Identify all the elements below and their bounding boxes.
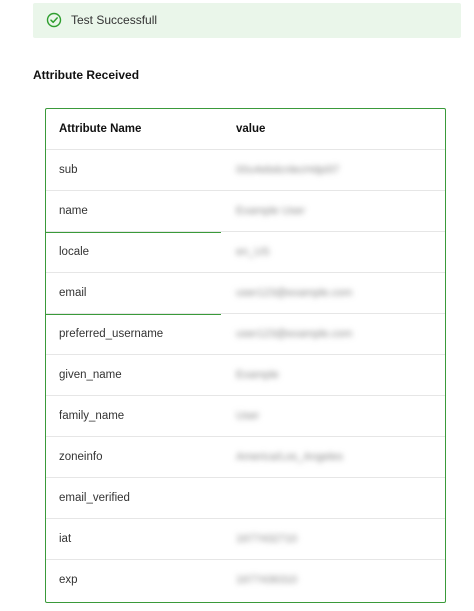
attribute-name: zoneinfo: [59, 451, 103, 463]
attribute-name: locale: [59, 246, 90, 258]
attribute-name: preferred_username: [59, 328, 164, 340]
column-header-attribute-name: Attribute Name: [59, 123, 142, 135]
attribute-name: family_name: [59, 410, 125, 422]
table-row: sub 00u4ebdcnlecHdp0l7: [46, 150, 445, 191]
attribute-value: America/Los_Angeles: [236, 451, 344, 463]
attribute-value: 1677432710: [236, 533, 298, 545]
attribute-value: user123@example.com: [236, 287, 353, 299]
attribute-name: exp: [59, 574, 78, 586]
attribute-name: name: [59, 205, 88, 217]
success-banner: Test Successfull: [33, 3, 461, 38]
attributes-table: Attribute Name value sub 00u4ebdcnlecHdp…: [45, 108, 446, 603]
row-divider: [46, 314, 221, 315]
attribute-value: User: [236, 410, 260, 422]
table-row: exp 1677436310: [46, 560, 445, 601]
table-row: locale en_US: [46, 232, 445, 273]
attribute-name: given_name: [59, 369, 122, 381]
table-row: iat 1677432710: [46, 519, 445, 560]
table-header-row: Attribute Name value: [46, 109, 445, 150]
table-row: zoneinfo America/Los_Angeles: [46, 437, 445, 478]
table-row: preferred_username user123@example.com: [46, 314, 445, 355]
attribute-name: iat: [59, 533, 72, 545]
attribute-name: email: [59, 287, 87, 299]
column-header-value: value: [236, 123, 266, 135]
attribute-value: 1677436310: [236, 574, 298, 586]
section-title: Attribute Received: [33, 68, 140, 82]
attribute-value: 00u4ebdcnlecHdp0l7: [236, 164, 340, 176]
success-message: Test Successfull: [71, 13, 158, 27]
attribute-value: en_US: [236, 246, 270, 258]
attribute-name: sub: [59, 164, 78, 176]
table-row: email_verified: [46, 478, 445, 519]
attribute-value: Example User: [236, 205, 306, 217]
check-circle-icon: [46, 12, 62, 28]
attribute-value: Example: [236, 369, 279, 381]
attribute-value: user123@example.com: [236, 328, 353, 340]
table-row: family_name User: [46, 396, 445, 437]
attribute-name: email_verified: [59, 492, 130, 504]
table-row: name Example User: [46, 191, 445, 232]
row-divider: [46, 232, 221, 233]
table-row: email user123@example.com: [46, 273, 445, 314]
table-row: given_name Example: [46, 355, 445, 396]
